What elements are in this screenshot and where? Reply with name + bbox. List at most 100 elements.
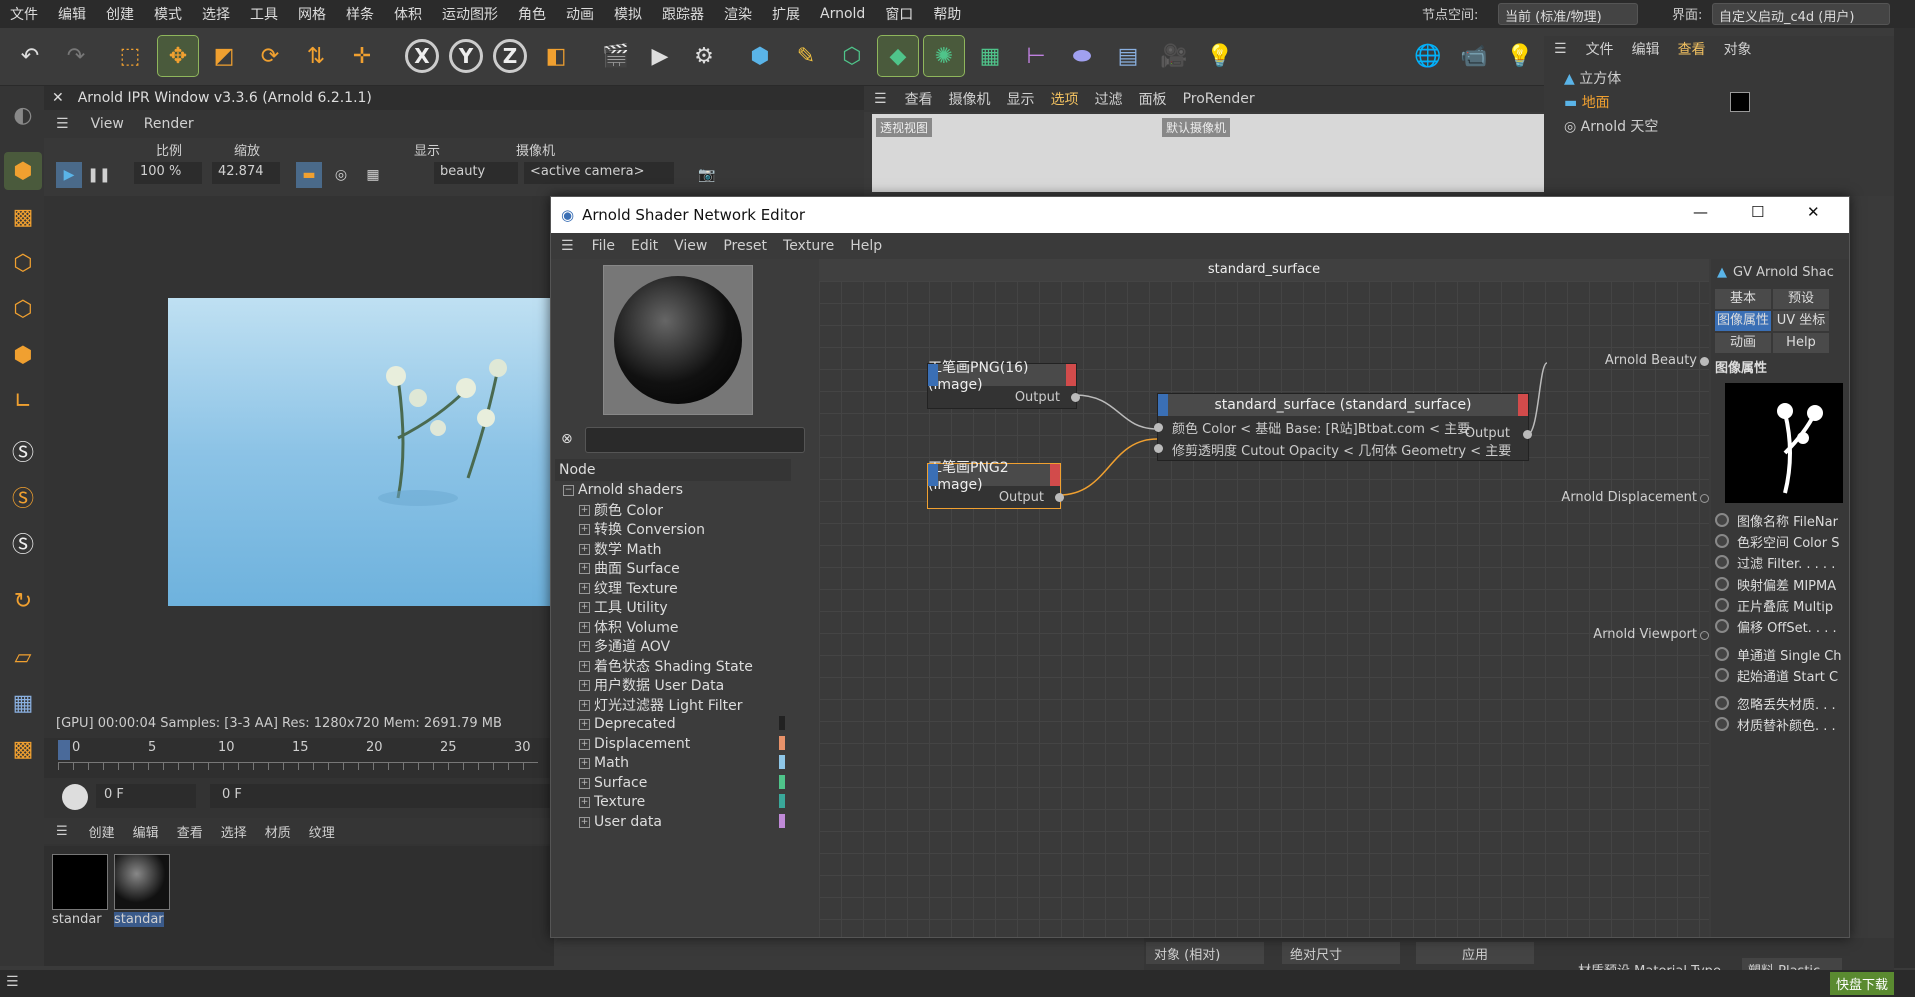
ed-menu-texture[interactable]: Texture [775, 238, 842, 254]
tab-preset[interactable]: 预设 [1773, 289, 1829, 309]
standard-surface-node[interactable]: standard_surface (standard_surface) 颜色 C… [1154, 393, 1532, 461]
timeline[interactable]: 0 5 10 15 20 25 30 [44, 738, 554, 778]
menu-mograph[interactable]: 运动图形 [432, 4, 508, 24]
tree-item[interactable]: + User data [579, 811, 662, 833]
material-thumb[interactable] [52, 854, 108, 910]
vp-menu-filter[interactable]: 过滤 [1087, 89, 1131, 109]
globe-toggle-icon[interactable]: ◎ [328, 162, 354, 188]
tab-help[interactable]: Help [1773, 333, 1829, 353]
maximize-icon[interactable]: ☐ [1751, 203, 1764, 221]
clear-search-icon[interactable]: ⊗ [561, 431, 573, 447]
model-mode-icon[interactable]: ⬢ [4, 152, 42, 190]
rotate-tool-icon[interactable]: ⟳ [250, 36, 290, 76]
mat-menu-create[interactable]: 创建 [80, 822, 124, 841]
vp-menu-panel[interactable]: 面板 [1131, 89, 1175, 109]
menu-render[interactable]: 渲染 [714, 4, 762, 24]
start-frame-field[interactable]: 0 F [210, 784, 550, 808]
viewport-canvas[interactable]: 透视视图 默认摄像机 [872, 114, 1544, 192]
redo-icon[interactable]: ↷ [56, 36, 96, 76]
param-row[interactable]: 映射偏差 MIPMA [1715, 573, 1836, 595]
polygons-mode-icon[interactable]: ⬢ [4, 336, 42, 374]
output-port[interactable] [1055, 493, 1064, 502]
menu-extensions[interactable]: 扩展 [762, 4, 810, 24]
node-graph-canvas[interactable]: standard_surface 工笔画PNG(16) (image) Outp… [819, 259, 1709, 937]
mode-icon[interactable]: ◐ [4, 96, 42, 134]
pause-icon[interactable]: ❚❚ [86, 162, 112, 188]
ed-menu-edit[interactable]: Edit [623, 238, 666, 254]
bulb-icon[interactable]: 💡 [1500, 36, 1540, 76]
mat-menu-edit[interactable]: 编辑 [124, 822, 168, 841]
menu-file[interactable]: 文件 [0, 4, 48, 24]
workplane-icon[interactable]: ▱ [4, 638, 42, 676]
param-row[interactable]: 材质替补颜色. . . [1715, 713, 1836, 735]
move-tool-icon[interactable]: ✥ [157, 35, 199, 77]
tab-image[interactable]: 图像属性 [1715, 311, 1771, 331]
points-mode-icon[interactable]: ⬡ [4, 244, 42, 282]
select-tool-icon[interactable]: ⬚ [110, 36, 150, 76]
play-icon[interactable]: ▶ [56, 162, 82, 188]
hamburger-icon[interactable]: ☰ [1544, 41, 1577, 57]
vp-menu-prorender[interactable]: ProRender [1175, 91, 1263, 107]
y-axis-icon[interactable]: Y [446, 36, 486, 76]
scale-tool-icon[interactable]: ◩ [204, 36, 244, 76]
layout-dropdown[interactable]: 自定义启动_c4d (用户) [1712, 3, 1890, 25]
param-row[interactable]: 偏移 OffSet. . . . [1715, 615, 1837, 637]
menu-mode[interactable]: 模式 [144, 4, 192, 24]
snapshot-icon[interactable]: 📷 [694, 162, 720, 188]
timeline-playhead[interactable] [58, 740, 70, 760]
tab-animation[interactable]: 动画 [1715, 333, 1771, 353]
tree-item[interactable]: + 多通道 AOV [579, 635, 670, 657]
close-icon[interactable]: ✕ [1807, 203, 1820, 221]
floor-icon[interactable]: ▤ [1108, 36, 1148, 76]
menu-window[interactable]: 窗口 [875, 4, 923, 24]
param-row[interactable]: 正片叠底 Multip [1715, 594, 1833, 616]
tree-item[interactable]: + Texture [579, 791, 645, 813]
render-picture-viewer-icon[interactable]: ▶ [640, 36, 680, 76]
grid-icon[interactable]: ▦ [4, 684, 42, 722]
snap-icon[interactable]: Ⓢ [4, 432, 42, 470]
grid-toggle-icon[interactable]: ▦ [360, 162, 386, 188]
light-icon[interactable]: 💡 [1200, 36, 1240, 76]
camera-dropdown[interactable]: <active camera> [524, 162, 674, 184]
menu-arnold[interactable]: Arnold [810, 6, 875, 22]
pen-icon[interactable]: ✎ [786, 36, 826, 76]
object-row[interactable]: ▬ 地面 [1564, 92, 1610, 114]
minimize-icon[interactable]: — [1693, 203, 1708, 221]
x-axis-icon[interactable]: X [402, 36, 442, 76]
snap-mode-icon[interactable]: Ⓢ [4, 524, 42, 562]
coord-dropdown[interactable]: 对象 (相对) [1146, 942, 1264, 964]
tree-item[interactable]: + 曲面 Surface [579, 557, 680, 579]
obj-menu-object[interactable]: 对象 [1715, 39, 1761, 59]
undo-icon[interactable]: ↶ [10, 36, 50, 76]
close-icon[interactable]: ✕ [52, 90, 64, 106]
size-dropdown[interactable]: 绝对尺寸 [1282, 942, 1400, 964]
viewport-port[interactable] [1700, 631, 1709, 640]
mat-menu-texture[interactable]: 纹理 [300, 822, 344, 841]
beauty-port[interactable] [1700, 357, 1709, 366]
image-node-2[interactable]: 工笔画PNG2 (image) Output [927, 460, 1064, 509]
tab-basic[interactable]: 基本 [1715, 289, 1771, 309]
display-dropdown[interactable]: beauty [434, 162, 518, 184]
snap-settings-icon[interactable]: Ⓢ [4, 478, 42, 516]
globe-icon[interactable]: 🌐 [1408, 36, 1448, 76]
psr-tool-icon[interactable]: ⇅ [296, 36, 336, 76]
menu-spline[interactable]: 样条 [336, 4, 384, 24]
object-row[interactable]: ◎ Arnold 天空 [1564, 116, 1658, 138]
displacement-port[interactable] [1700, 494, 1709, 503]
texture-mode-icon[interactable]: ▩ [4, 198, 42, 236]
mat-menu-select[interactable]: 选择 [212, 822, 256, 841]
axis-tool-icon[interactable]: ✛ [342, 36, 382, 76]
gear-icon[interactable] [62, 784, 88, 810]
tree-item[interactable]: + Math [579, 752, 629, 774]
tab-uv[interactable]: UV 坐标 [1773, 311, 1829, 331]
menu-help[interactable]: 帮助 [923, 4, 971, 24]
tree-root[interactable]: − Arnold shaders [563, 479, 683, 501]
menu-tools[interactable]: 工具 [240, 4, 288, 24]
render-settings-icon[interactable]: ⚙ [684, 36, 724, 76]
hamburger-icon[interactable]: ☰ [44, 824, 80, 839]
menu-create[interactable]: 创建 [96, 4, 144, 24]
obj-menu-file[interactable]: 文件 [1577, 39, 1623, 59]
menu-simulate[interactable]: 模拟 [604, 4, 652, 24]
apply-button[interactable]: 应用 [1416, 942, 1534, 964]
hamburger-icon[interactable]: ☰ [864, 91, 897, 107]
